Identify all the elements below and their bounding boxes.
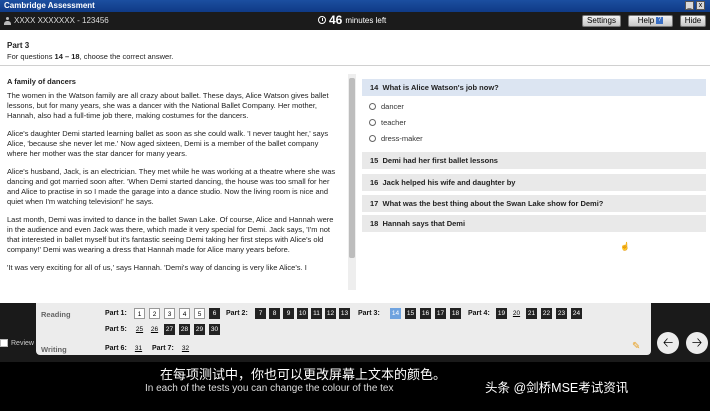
exam-page: Part 3 For questions 14 – 18, choose the… (0, 30, 710, 303)
radio-icon[interactable] (369, 103, 376, 110)
question-button-8[interactable]: 8 (269, 308, 280, 319)
next-button[interactable]: 🡢 (686, 332, 708, 354)
previous-button[interactable]: 🡠 (657, 332, 679, 354)
arrow-left-icon: 🡠 (662, 335, 674, 350)
part-title: Part 3 (7, 41, 30, 50)
hand-cursor-icon: ☝ (620, 242, 630, 251)
settings-button[interactable]: Settings (582, 15, 621, 27)
text-paragraph: Alice's husband, Jack, is an electrician… (7, 167, 336, 206)
option-dress-maker[interactable]: dress-maker (369, 134, 423, 143)
part4-label: Part 4: (468, 310, 490, 317)
question-button-12[interactable]: 12 (325, 308, 336, 319)
writing-label: Writing (41, 345, 67, 354)
reading-text: A family of dancers The women in the Wat… (7, 77, 337, 290)
option-dancer[interactable]: dancer (369, 102, 404, 111)
question-button-22[interactable]: 22 (541, 308, 552, 319)
help-icon: ? (656, 17, 664, 25)
text-paragraph: 'It was very exciting for all of us,' sa… (7, 263, 307, 272)
question-button-30[interactable]: 30 (209, 324, 220, 335)
question-16[interactable]: 16 Jack helped his wife and daughter by (362, 174, 706, 191)
part-instruction: For questions 14 – 18, choose the correc… (7, 52, 174, 61)
text-scrollbar[interactable] (348, 74, 356, 290)
question-button-6[interactable]: 6 (209, 308, 220, 319)
question-button-15[interactable]: 15 (405, 308, 416, 319)
question-button-27[interactable]: 27 (164, 324, 175, 335)
arrow-right-icon: 🡢 (691, 335, 703, 350)
question-button-31[interactable]: 31 (133, 343, 144, 354)
question-button-28[interactable]: 28 (179, 324, 190, 335)
window-title: Cambridge Assessment (4, 1, 95, 10)
question-18[interactable]: 18 Hannah says that Demi (362, 215, 706, 232)
part7-label: Part 7: (152, 345, 174, 352)
option-teacher[interactable]: teacher (369, 118, 406, 127)
navigator-panel: Reading Writing Part 1: 1 2 3 4 5 6 Part… (36, 303, 651, 355)
pencil-icon[interactable]: ✎ (632, 341, 640, 352)
question-button-10[interactable]: 10 (297, 308, 308, 319)
question-15[interactable]: 15 Demi had her first ballet lessons (362, 152, 706, 169)
radio-icon[interactable] (369, 119, 376, 126)
review-checkbox[interactable] (0, 339, 8, 347)
question-button-26[interactable]: 26 (149, 324, 160, 335)
watermark: 头条 @剑桥MSE考试资讯 (485, 381, 629, 395)
timer-unit: minutes left (345, 15, 387, 25)
help-label: Help (637, 16, 655, 25)
question-button-32[interactable]: 32 (180, 343, 191, 354)
part3-label: Part 3: (358, 310, 380, 317)
candidate-info: XXXX XXXXXXX - 123456 (4, 16, 109, 25)
question-navigator: Reading Writing Part 1: 1 2 3 4 5 6 Part… (0, 303, 710, 362)
minimize-icon[interactable]: _ (685, 1, 694, 10)
timer: 46 minutes left (318, 13, 386, 27)
question-button-9[interactable]: 9 (283, 308, 294, 319)
part2-label: Part 2: (226, 310, 248, 317)
subtitle-english: In each of the tests you can change the … (145, 383, 394, 394)
radio-icon[interactable] (369, 135, 376, 142)
subtitle-chinese: 在每项测试中，你也可以更改屏幕上文本的颜色。 (160, 367, 447, 382)
question-button-18[interactable]: 18 (450, 308, 461, 319)
question-button-19[interactable]: 19 (496, 308, 507, 319)
question-button-24[interactable]: 24 (571, 308, 582, 319)
scrollbar-thumb[interactable] (349, 78, 355, 258)
question-button-5[interactable]: 5 (194, 308, 205, 319)
question-button-20[interactable]: 20 (511, 308, 522, 319)
text-title: A family of dancers (7, 77, 76, 86)
question-button-4[interactable]: 4 (179, 308, 190, 319)
question-button-25[interactable]: 25 (134, 324, 145, 335)
question-17[interactable]: 17 What was the best thing about the Swa… (362, 195, 706, 212)
question-button-13[interactable]: 13 (339, 308, 350, 319)
text-paragraph: Alice's daughter Demi started learning b… (7, 129, 329, 158)
review-toggle[interactable]: Review (0, 339, 34, 347)
question-button-1[interactable]: 1 (134, 308, 145, 319)
question-button-14[interactable]: 14 (390, 308, 401, 319)
window-titlebar: Cambridge Assessment _ x (0, 0, 710, 12)
text-paragraph: The women in the Watson family are all c… (7, 91, 329, 120)
hide-button[interactable]: Hide (680, 15, 706, 27)
exam-header: XXXX XXXXXXX - 123456 46 minutes left Se… (0, 12, 710, 30)
question-button-11[interactable]: 11 (311, 308, 322, 319)
review-label: Review (11, 339, 34, 347)
question-button-23[interactable]: 23 (556, 308, 567, 319)
part1-label: Part 1: (105, 310, 127, 317)
help-button[interactable]: Help? (628, 15, 673, 27)
part5-label: Part 5: (105, 326, 127, 333)
part6-label: Part 6: (105, 345, 127, 352)
question-14[interactable]: 14 What is Alice Watson's job now? (362, 79, 706, 96)
question-button-16[interactable]: 16 (420, 308, 431, 319)
divider (0, 65, 710, 66)
question-button-7[interactable]: 7 (255, 308, 266, 319)
question-button-17[interactable]: 17 (435, 308, 446, 319)
clock-icon (318, 16, 326, 24)
person-icon (4, 16, 11, 25)
reading-label: Reading (41, 310, 71, 319)
timer-value: 46 (329, 13, 343, 27)
question-button-21[interactable]: 21 (526, 308, 537, 319)
question-button-3[interactable]: 3 (164, 308, 175, 319)
close-icon[interactable]: x (696, 1, 705, 10)
question-button-29[interactable]: 29 (194, 324, 205, 335)
candidate-id: XXXX XXXXXXX - 123456 (14, 16, 109, 25)
text-paragraph: Last month, Demi was invited to dance in… (7, 215, 334, 254)
question-button-2[interactable]: 2 (149, 308, 160, 319)
